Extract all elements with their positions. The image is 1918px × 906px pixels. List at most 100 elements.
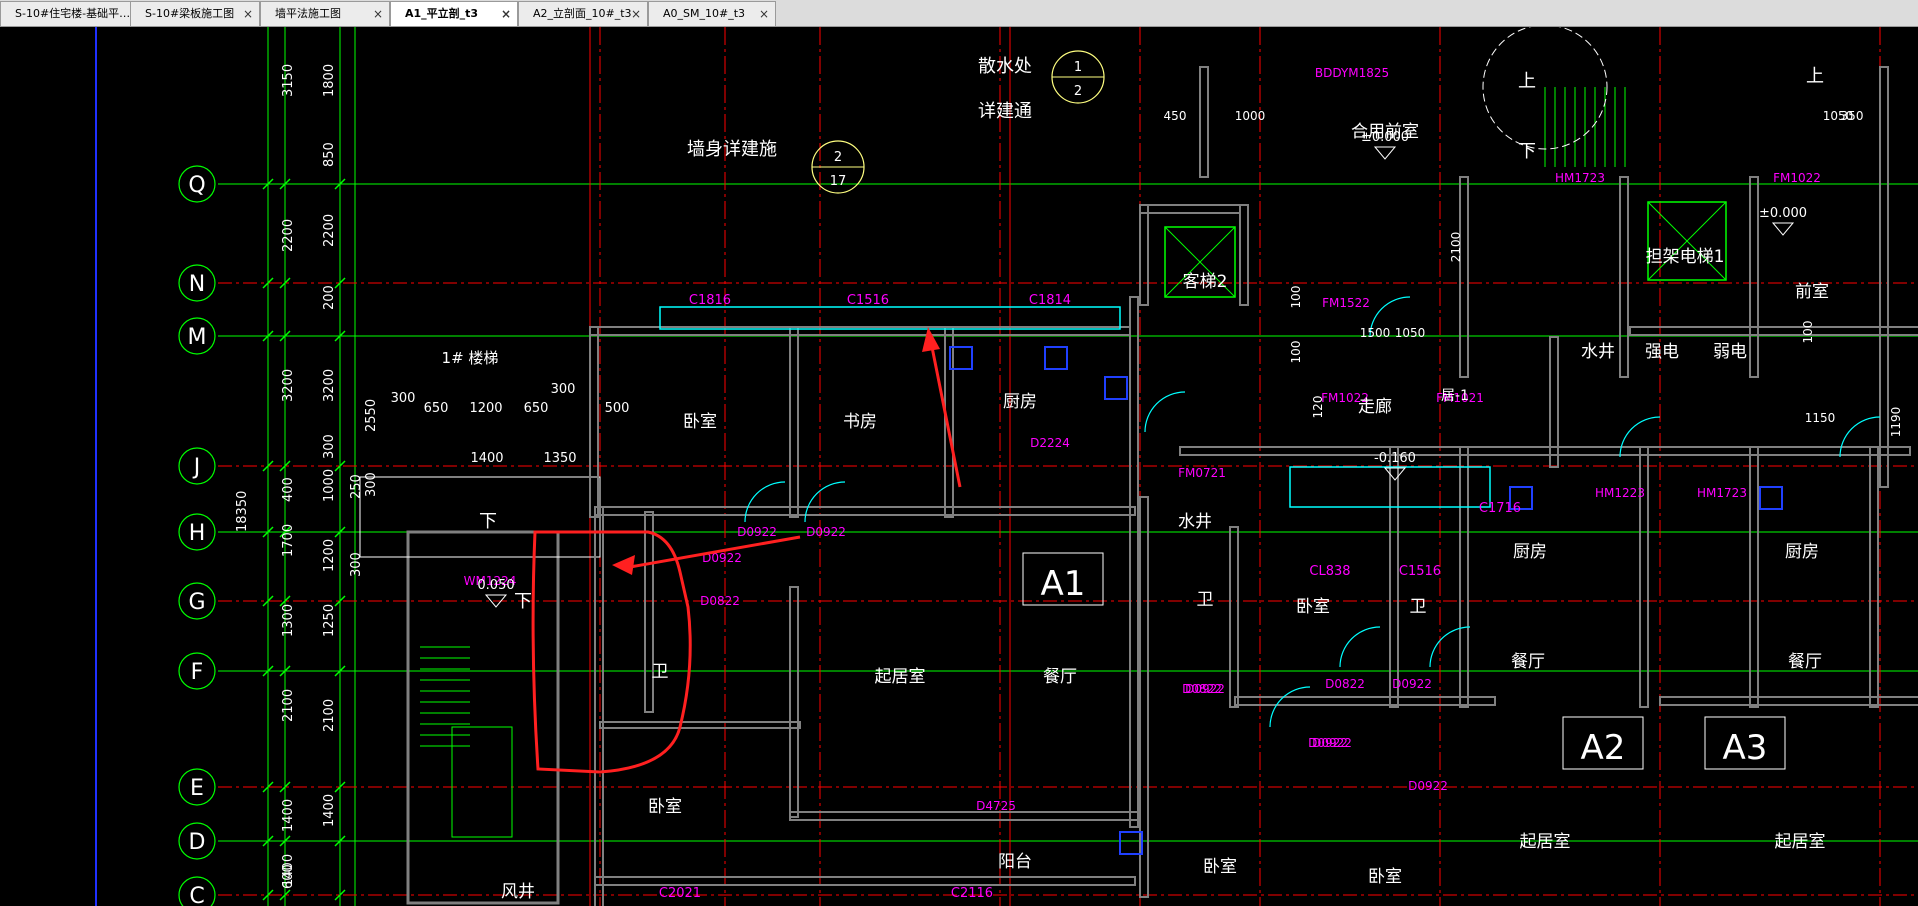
dimension-text: 2100 [1449, 232, 1463, 263]
room-label: 起居室 [875, 667, 926, 687]
axis-label: C [189, 884, 204, 906]
room-label: 卧室 [1296, 597, 1330, 617]
window-label: C1716 [1479, 501, 1521, 516]
axis-label: Q [188, 173, 205, 198]
door-label: D2224 [1030, 436, 1070, 450]
dimension-text: 2200 [281, 219, 296, 252]
window-label: C1516 [1399, 564, 1441, 579]
stair-direction-label: 下 [479, 511, 497, 532]
tab-3[interactable]: 墙平法施工图 × [260, 1, 390, 26]
close-icon[interactable]: × [243, 2, 253, 26]
room-label: 起居室 [1775, 832, 1826, 852]
dimension-text: 1050 [1823, 109, 1854, 123]
dimension-text: 300 [391, 391, 416, 406]
stair-direction-label: 上 [1518, 71, 1536, 92]
dimension-text: 1400 [470, 451, 503, 466]
dimension-text: 1500 [1360, 326, 1391, 340]
axis-label: G [188, 590, 205, 615]
room-label: 阳台 [998, 852, 1032, 872]
room-label: 卧室 [683, 412, 717, 432]
room-label: 卫 [1197, 590, 1214, 610]
cad-drawing-canvas[interactable]: QNMJHGFEDC315022003200400170013002100140… [0, 27, 1918, 906]
axis-label: H [189, 521, 206, 546]
dimension-text: 450 [1164, 109, 1187, 123]
window-label: C1816 [689, 293, 731, 308]
dimension-text: 1050 [1395, 326, 1426, 340]
dimension-text: 1000 [1235, 109, 1266, 123]
axis-label: F [191, 660, 204, 685]
tab-4[interactable]: A1_平立剖_t3 × [390, 1, 518, 26]
door-label: D0822 [1325, 677, 1365, 691]
dimension-text: 1800 [322, 64, 337, 97]
dimension-text: 1150 [1805, 411, 1836, 425]
room-label: 前室 [1795, 282, 1829, 302]
room-label: 卧室 [1203, 857, 1237, 877]
dimension-text: 1250 [322, 604, 337, 637]
stair-direction-label: 上 [1806, 66, 1824, 87]
dimension-text: 250 [349, 474, 364, 499]
dimension-text: 1350 [543, 451, 576, 466]
detail-ref-sheet: 17 [830, 174, 847, 189]
dimension-text: 300 [364, 472, 379, 497]
dimension-text: 300 [551, 382, 576, 397]
dimension-text: 3150 [281, 64, 296, 97]
dimension-text: 100 [1801, 321, 1815, 344]
dimension-text: 300 [322, 434, 337, 459]
room-label: 餐厅 [1511, 652, 1545, 672]
level-text: -0.160 [1374, 451, 1416, 466]
tab-label: A0_SM_10#_t3 [663, 7, 746, 20]
dimension-text: 2100 [281, 689, 296, 722]
note-text: 居-1 [1441, 388, 1469, 404]
window-label: C2021 [659, 886, 701, 901]
room-label: 水井 [1178, 512, 1212, 532]
dimension-text: 1300 [281, 604, 296, 637]
dimension-text: 18350 [235, 491, 250, 532]
room-label: 水井 [1581, 342, 1615, 362]
dimension-text: 1400 [322, 794, 337, 827]
room-label: 担架电梯1 [1646, 247, 1725, 267]
axis-label: N [189, 272, 205, 297]
room-label: 卧室 [648, 797, 682, 817]
note-text: 墙身详建施 [687, 139, 777, 160]
door-label: D0822 [1182, 682, 1222, 696]
stair-label: 1# 楼梯 [442, 349, 499, 367]
axis-label: E [190, 776, 204, 801]
note-text: 详建通 [978, 101, 1032, 122]
door-label: FM1522 [1322, 296, 1370, 310]
axis-label: J [192, 455, 201, 480]
close-icon[interactable]: × [631, 2, 641, 26]
door-label: D0822 [700, 594, 740, 608]
dimension-text: 2200 [322, 214, 337, 247]
window-label: C1814 [1029, 293, 1071, 308]
note-text: 散水处 [978, 56, 1032, 77]
door-label: D0922 [1392, 677, 1432, 691]
unit-tag: A2 [1581, 728, 1626, 768]
room-label: 起居室 [1520, 832, 1571, 852]
tab-2[interactable]: S-10#梁板施工图 × [130, 1, 260, 26]
dimension-text: 400 [281, 477, 296, 502]
dimension-text: 2100 [322, 699, 337, 732]
dimension-text: 100 [1289, 341, 1303, 364]
room-label: 卫 [1410, 597, 1427, 617]
close-icon[interactable]: × [759, 2, 769, 26]
tab-6[interactable]: A0_SM_10#_t3 × [648, 1, 776, 26]
tab-label: S-10#住宅楼-基础平… [15, 7, 131, 20]
dimension-text: 1400 [281, 799, 296, 832]
dimension-text: 100 [1289, 286, 1303, 309]
room-label: 餐厅 [1788, 652, 1822, 672]
tab-5[interactable]: A2_立剖面_10#_t3 × [518, 1, 648, 26]
level-text: ±0.000 [1759, 206, 1807, 221]
detail-ref-number: 1 [1074, 60, 1082, 75]
dimension-text: 1700 [281, 524, 296, 557]
dimension-text: 3200 [281, 369, 296, 402]
dimension-text: 1000 [322, 469, 337, 502]
door-label: D0922 [737, 525, 777, 539]
axis-label: D [189, 830, 206, 855]
tab-label: A1_平立剖_t3 [405, 7, 479, 20]
room-label: 风井 [501, 882, 535, 902]
close-icon[interactable]: × [373, 2, 383, 26]
dimension-text: 1200 [322, 539, 337, 572]
dimension-text: 1200 [469, 401, 502, 416]
close-icon[interactable]: × [501, 2, 511, 26]
room-label: 强电 [1645, 342, 1679, 362]
